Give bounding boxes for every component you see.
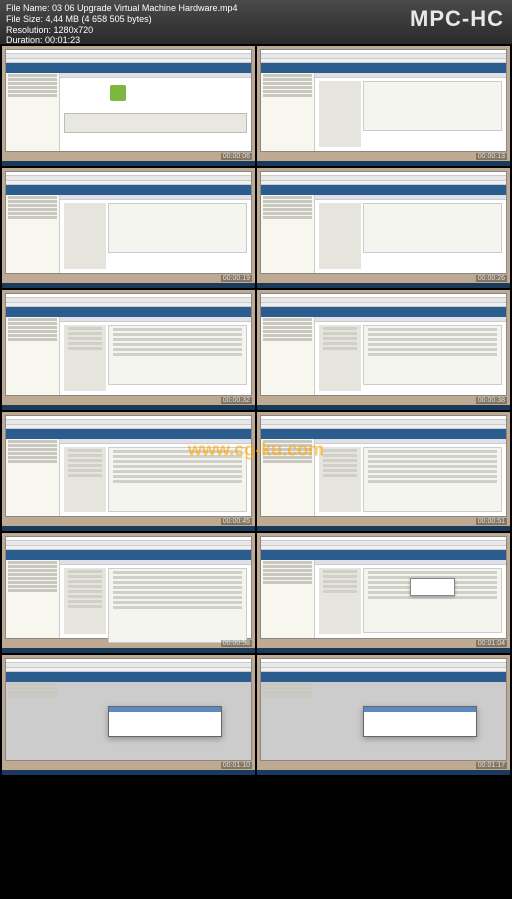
thumbnail-11[interactable]: 00:01:10 bbox=[2, 655, 255, 775]
browser-window bbox=[5, 49, 252, 152]
modal-dialog bbox=[108, 706, 223, 737]
thumbnail-7[interactable]: 00:00:45 bbox=[2, 412, 255, 532]
browser-window bbox=[5, 658, 252, 761]
timestamp: 00:00:26 bbox=[476, 275, 507, 282]
player-info-header: File Name: 03 06 Upgrade Virtual Machine… bbox=[0, 0, 512, 44]
timestamp: 00:01:17 bbox=[476, 762, 507, 769]
browser-window bbox=[5, 415, 252, 518]
timestamp: 00:01:04 bbox=[476, 640, 507, 647]
browser-window bbox=[260, 171, 507, 274]
thumbnail-grid: 00:00:06 00:00:13 bbox=[0, 44, 512, 899]
thumbnail-12[interactable]: 00:01:17 bbox=[257, 655, 510, 775]
context-menu bbox=[410, 578, 455, 596]
browser-window bbox=[260, 536, 507, 639]
player-logo: MPC-HC bbox=[410, 6, 504, 32]
browser-window bbox=[5, 171, 252, 274]
timestamp: 00:00:45 bbox=[221, 518, 252, 525]
timestamp: 00:00:38 bbox=[476, 397, 507, 404]
thumbnail-8[interactable]: 00:00:51 bbox=[257, 412, 510, 532]
timestamp: 00:00:58 bbox=[221, 640, 252, 647]
thumbnail-4[interactable]: 00:00:26 bbox=[257, 168, 510, 288]
thumbnail-3[interactable]: 00:00:19 bbox=[2, 168, 255, 288]
vm-icon bbox=[110, 85, 126, 101]
timestamp: 00:00:06 bbox=[221, 153, 252, 160]
timestamp: 00:00:19 bbox=[221, 275, 252, 282]
thumbnail-6[interactable]: 00:00:38 bbox=[257, 290, 510, 410]
browser-window bbox=[260, 293, 507, 396]
thumbnail-1[interactable]: 00:00:06 bbox=[2, 46, 255, 166]
thumbnail-10[interactable]: 00:01:04 bbox=[257, 533, 510, 653]
thumbnail-2[interactable]: 00:00:13 bbox=[257, 46, 510, 166]
browser-window bbox=[5, 293, 252, 396]
browser-window bbox=[260, 49, 507, 152]
browser-window bbox=[260, 415, 507, 518]
browser-window bbox=[5, 536, 252, 639]
browser-window bbox=[260, 658, 507, 761]
thumbnail-5[interactable]: 00:00:32 bbox=[2, 290, 255, 410]
modal-dialog bbox=[363, 706, 478, 737]
timestamp: 00:01:10 bbox=[221, 762, 252, 769]
timestamp: 00:00:51 bbox=[476, 518, 507, 525]
thumbnail-9[interactable]: 00:00:58 bbox=[2, 533, 255, 653]
timestamp: 00:00:13 bbox=[476, 153, 507, 160]
timestamp: 00:00:32 bbox=[221, 397, 252, 404]
